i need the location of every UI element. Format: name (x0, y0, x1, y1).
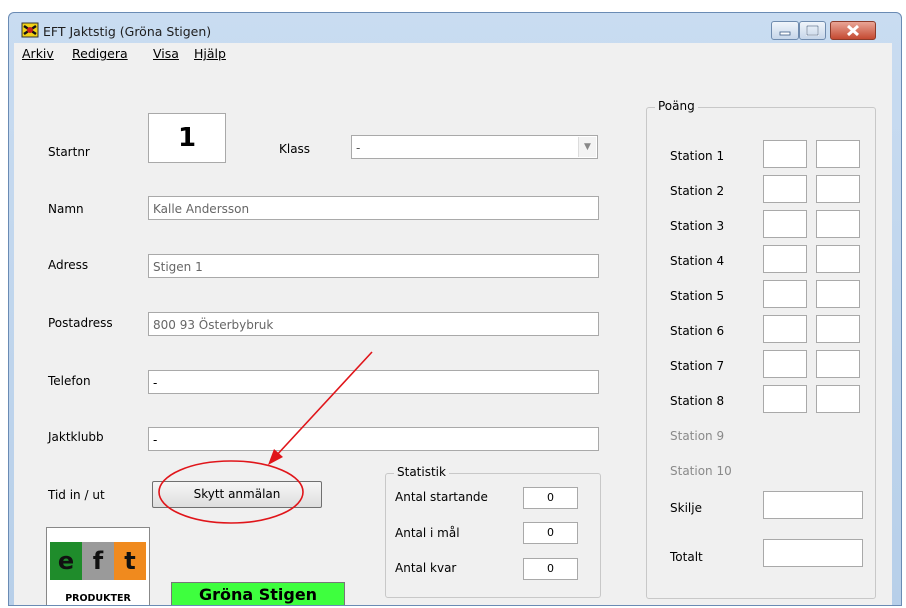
maximize-button[interactable] (799, 21, 826, 40)
antal-kvar-value: 0 (523, 558, 578, 580)
maximize-icon (806, 25, 819, 36)
menu-hjalp[interactable]: Hjälp (194, 46, 226, 61)
station-1-score-a[interactable] (763, 140, 807, 168)
station-10-label: Station 10 (670, 464, 732, 478)
startnr-field[interactable]: 1 (148, 113, 226, 163)
tid-label: Tid in / ut (48, 488, 105, 502)
minimize-button[interactable] (771, 21, 799, 40)
logo-caption: PRODUKTER (65, 593, 131, 604)
station-5-score-b[interactable] (816, 280, 860, 308)
station-8-label: Station 8 (670, 394, 725, 408)
menu-bar: Arkiv Redigera Visa Hjälp (14, 43, 892, 65)
postadress-field[interactable]: 800 93 Österbybruk (148, 312, 599, 336)
station-5-score-a[interactable] (763, 280, 807, 308)
statistik-title: Statistik (394, 465, 449, 479)
chevron-down-icon[interactable]: ▼ (578, 137, 596, 157)
menu-visa[interactable]: Visa (153, 46, 179, 61)
station-6-score-b[interactable] (816, 315, 860, 343)
station-9-label: Station 9 (670, 429, 725, 443)
station-6-score-a[interactable] (763, 315, 807, 343)
menu-arkiv[interactable]: Arkiv (22, 46, 54, 61)
logo-letter-e: e (50, 542, 82, 580)
antal-i-mal-label: Antal i mål (395, 526, 460, 540)
station-1-label: Station 1 (670, 149, 725, 163)
antal-kvar-label: Antal kvar (395, 561, 457, 575)
window-title: EFT Jaktstig (Gröna Stigen) (43, 24, 212, 39)
jaktklubb-field[interactable]: - (148, 427, 599, 451)
skilje-label: Skilje (670, 501, 702, 515)
antal-i-mal-value: 0 (523, 522, 578, 544)
main-form: Startnr 1 Klass - ▼ Namn Kalle Andersson… (14, 65, 892, 605)
station-3-score-a[interactable] (763, 210, 807, 238)
station-7-score-b[interactable] (816, 350, 860, 378)
startnr-label: Startnr (48, 145, 90, 159)
station-3-label: Station 3 (670, 219, 725, 233)
antal-startande-value: 0 (523, 487, 578, 509)
namn-field[interactable]: Kalle Andersson (148, 196, 599, 220)
postadress-label: Postadress (48, 316, 113, 330)
station-4-score-b[interactable] (816, 245, 860, 273)
klass-dropdown[interactable]: - ▼ (351, 135, 598, 159)
namn-label: Namn (48, 202, 84, 216)
jaktklubb-label: Jaktklubb (48, 430, 104, 444)
telefon-label: Telefon (48, 374, 91, 388)
title-bar[interactable]: EFT Jaktstig (Gröna Stigen) (9, 13, 901, 47)
minimize-icon (779, 31, 791, 36)
adress-field[interactable]: Stigen 1 (148, 254, 599, 278)
grona-stigen-banner: Gröna Stigen (171, 582, 345, 605)
station-5-label: Station 5 (670, 289, 725, 303)
station-8-score-b[interactable] (816, 385, 860, 413)
logo-letter-f: f (82, 542, 114, 580)
station-4-score-a[interactable] (763, 245, 807, 273)
klass-label: Klass (279, 142, 311, 156)
station-2-score-b[interactable] (816, 175, 860, 203)
logo-letter-t: t (114, 542, 146, 580)
poang-title: Poäng (655, 99, 698, 113)
station-8-score-a[interactable] (763, 385, 807, 413)
station-3-score-b[interactable] (816, 210, 860, 238)
app-icon (21, 22, 39, 38)
antal-startande-label: Antal startande (395, 490, 488, 504)
close-icon (846, 24, 860, 37)
station-7-score-a[interactable] (763, 350, 807, 378)
station-6-label: Station 6 (670, 324, 725, 338)
adress-label: Adress (48, 258, 89, 272)
station-7-label: Station 7 (670, 359, 725, 373)
station-1-score-b[interactable] (816, 140, 860, 168)
skytt-anmalan-button[interactable]: Skytt anmälan (152, 481, 322, 508)
menu-redigera[interactable]: Redigera (72, 46, 128, 61)
totalt-field (763, 539, 863, 567)
close-button[interactable] (830, 21, 876, 40)
app-window: EFT Jaktstig (Gröna Stigen) Arkiv Redige… (8, 12, 902, 606)
telefon-field[interactable]: - (148, 370, 599, 394)
skilje-field[interactable] (763, 491, 863, 519)
station-4-label: Station 4 (670, 254, 725, 268)
klass-value: - (356, 141, 361, 155)
station-2-label: Station 2 (670, 184, 725, 198)
station-2-score-a[interactable] (763, 175, 807, 203)
totalt-label: Totalt (670, 550, 703, 564)
eft-logo: e f t PRODUKTER (46, 527, 150, 605)
